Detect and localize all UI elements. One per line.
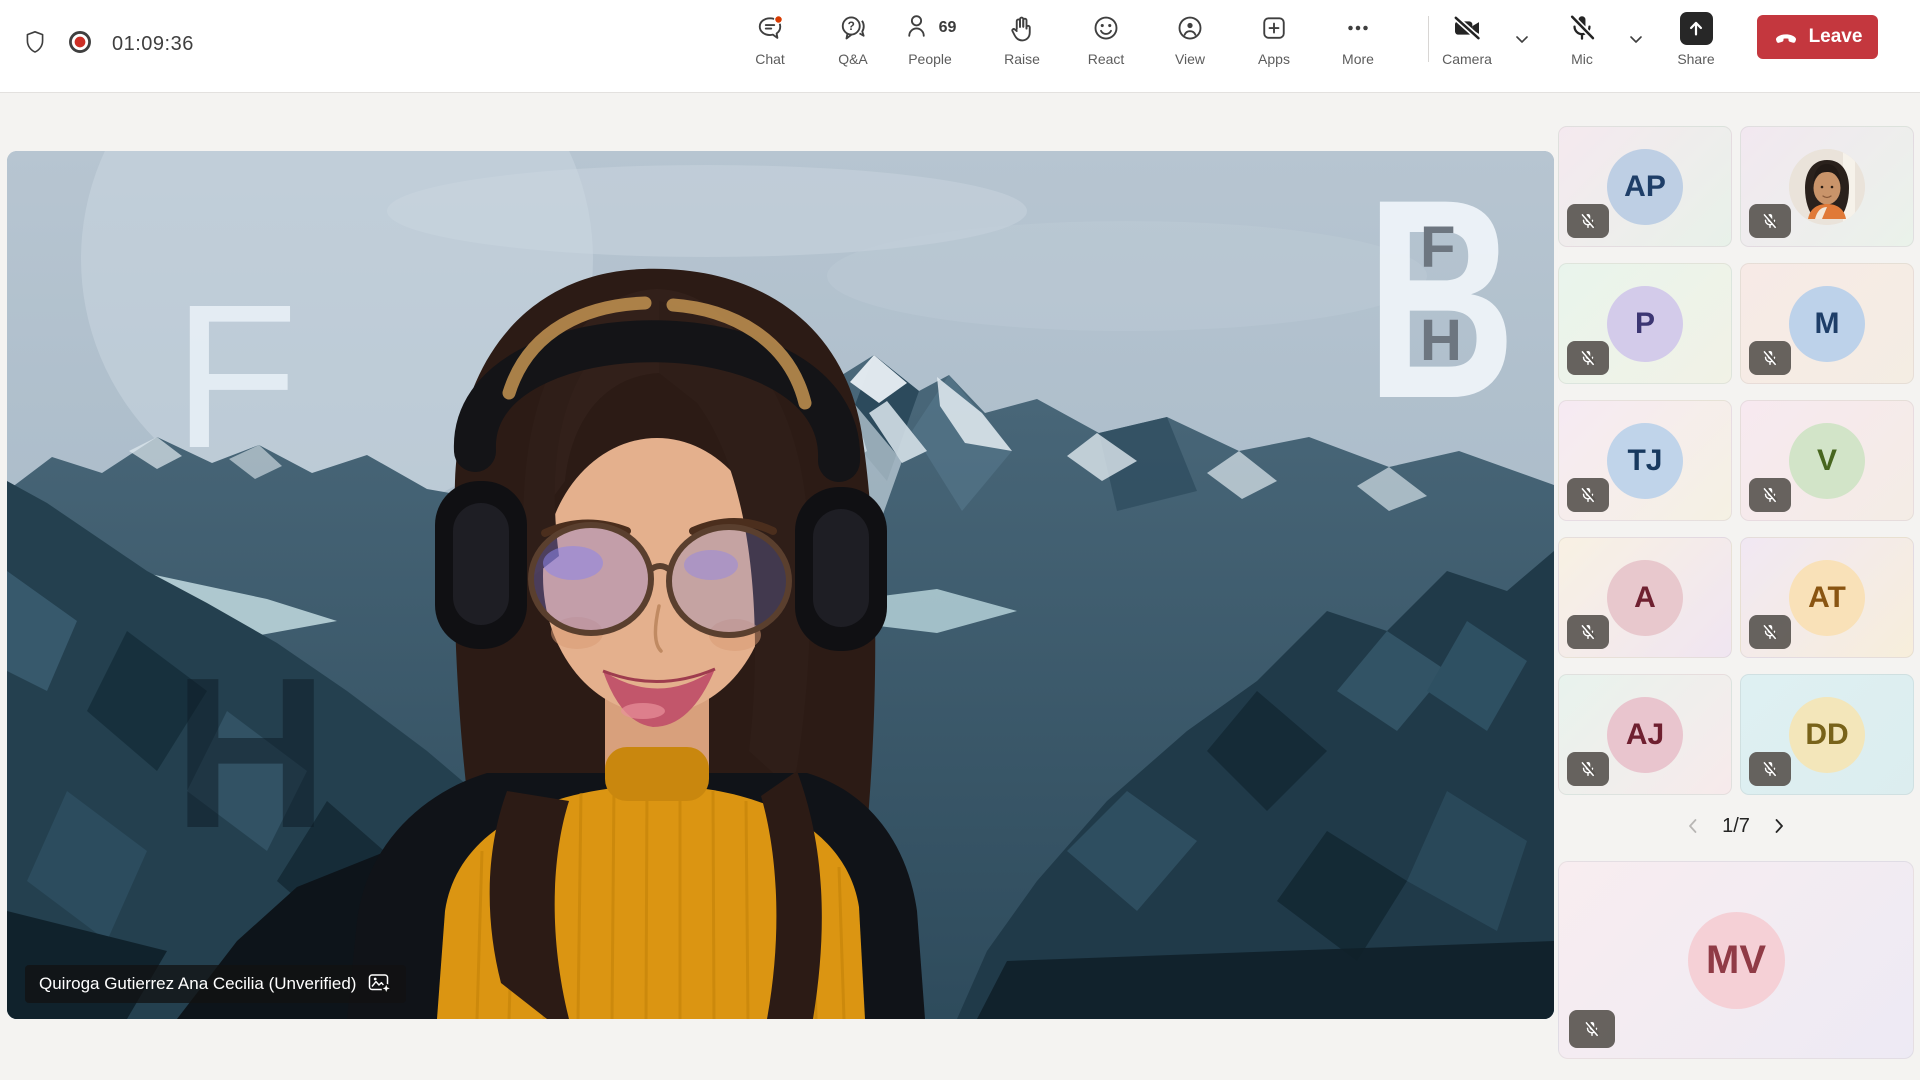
- chat-icon: [755, 12, 785, 44]
- react-button[interactable]: React: [1070, 12, 1142, 67]
- speaker-name: Quiroga Gutierrez Ana Cecilia (Unverifie…: [39, 974, 356, 994]
- avatar-initials: AJ: [1607, 697, 1683, 773]
- mic-muted-badge: [1567, 615, 1609, 649]
- apps-icon: [1259, 12, 1289, 44]
- people-count: 69: [939, 19, 957, 37]
- mic-muted-badge: [1567, 478, 1609, 512]
- participant-tile[interactable]: AT: [1740, 537, 1914, 658]
- mic-muted-badge: [1567, 204, 1609, 238]
- avatar-photo: [1789, 149, 1865, 225]
- camera-button[interactable]: Camera: [1431, 12, 1503, 67]
- participant-tile[interactable]: A: [1558, 537, 1732, 658]
- people-icon: [904, 11, 934, 46]
- self-tile-mount: MV: [1558, 861, 1914, 1059]
- avatar-initials: V: [1789, 423, 1865, 499]
- share-button[interactable]: Share: [1660, 12, 1732, 67]
- camera-off-icon: [1451, 12, 1483, 44]
- mic-muted-badge: [1749, 615, 1791, 649]
- share-label: Share: [1677, 51, 1714, 67]
- mic-muted-badge: [1749, 204, 1791, 238]
- watermark-letter-h: H: [173, 632, 328, 873]
- qna-icon: ?: [838, 12, 868, 44]
- next-page-button[interactable]: [1766, 813, 1792, 839]
- meeting-info: 01:09:36: [22, 28, 194, 61]
- more-ellipsis-icon: [1343, 12, 1373, 44]
- page-indicator: 1/7: [1722, 815, 1750, 838]
- share-icon: [1680, 12, 1713, 45]
- participant-tile[interactable]: P: [1558, 263, 1732, 384]
- mic-options-chevron[interactable]: [1623, 26, 1649, 52]
- chat-button[interactable]: Chat: [734, 12, 806, 67]
- participant-tile[interactable]: TJ: [1558, 400, 1732, 521]
- participant-tile[interactable]: [1740, 126, 1914, 247]
- participants-rail: AP P: [1558, 126, 1914, 1059]
- view-button[interactable]: View: [1154, 12, 1226, 67]
- main-speaker-video[interactable]: F: [7, 151, 1554, 1019]
- apps-label: Apps: [1258, 51, 1290, 67]
- people-label: People: [908, 51, 952, 67]
- raise-hand-icon: [1007, 12, 1037, 44]
- react-label: React: [1088, 51, 1125, 67]
- mic-muted-badge: [1749, 341, 1791, 375]
- hangup-phone-icon: [1773, 24, 1799, 50]
- avatar-initials: A: [1607, 560, 1683, 636]
- meeting-toolbar: 01:09:36 Chat ?: [0, 0, 1920, 93]
- more-button[interactable]: More: [1322, 12, 1394, 67]
- mic-muted-badge: [1567, 341, 1609, 375]
- participant-tile[interactable]: AP: [1558, 126, 1732, 247]
- mic-muted-badge: [1569, 1010, 1615, 1048]
- mic-muted-badge: [1567, 752, 1609, 786]
- view-icon: [1175, 12, 1205, 44]
- react-smiley-icon: [1091, 12, 1121, 44]
- avatar-initials: AP: [1607, 149, 1683, 225]
- view-label: View: [1175, 51, 1205, 67]
- avatar-initials: M: [1789, 286, 1865, 362]
- svg-text:H: H: [1420, 308, 1462, 373]
- avatar-initials: DD: [1789, 697, 1865, 773]
- svg-text:B: B: [1366, 151, 1516, 458]
- svg-text:?: ?: [848, 19, 855, 33]
- background-effects-icon: [368, 973, 392, 995]
- avatar-initials: AT: [1789, 560, 1865, 636]
- meeting-timer: 01:09:36: [112, 33, 194, 56]
- recording-indicator-icon: [66, 28, 94, 61]
- mic-muted-badge: [1749, 752, 1791, 786]
- fhb-logo: B F H: [1366, 151, 1516, 458]
- chat-label: Chat: [755, 51, 785, 67]
- avatar-initials: P: [1607, 286, 1683, 362]
- leave-button[interactable]: Leave: [1757, 15, 1878, 59]
- qna-label: Q&A: [838, 51, 868, 67]
- teams-meeting-window: 01:09:36 Chat ?: [0, 0, 1920, 1080]
- people-button[interactable]: 69 People: [886, 12, 974, 67]
- avatar-initials: MV: [1688, 912, 1785, 1009]
- qna-button[interactable]: ? Q&A: [817, 12, 889, 67]
- avatar-initials: TJ: [1607, 423, 1683, 499]
- speaker-name-label: Quiroga Gutierrez Ana Cecilia (Unverifie…: [25, 965, 406, 1003]
- mic-muted-badge: [1749, 478, 1791, 512]
- mic-off-icon: [1566, 12, 1598, 44]
- svg-text:F: F: [1420, 215, 1455, 280]
- tiles-pagination: 1/7: [1558, 803, 1914, 849]
- camera-options-chevron[interactable]: [1509, 26, 1535, 52]
- mic-label: Mic: [1571, 51, 1593, 67]
- raise-hand-button[interactable]: Raise: [986, 12, 1058, 67]
- camera-label: Camera: [1442, 51, 1492, 67]
- participant-tile[interactable]: DD: [1740, 674, 1914, 795]
- mic-button[interactable]: Mic: [1546, 12, 1618, 67]
- participant-tile[interactable]: AJ: [1558, 674, 1732, 795]
- participant-tiles-grid: AP P: [1558, 126, 1914, 795]
- participant-tile[interactable]: V: [1740, 400, 1914, 521]
- apps-button[interactable]: Apps: [1238, 12, 1310, 67]
- self-video-tile[interactable]: MV: [1558, 861, 1914, 1059]
- leave-label: Leave: [1809, 26, 1863, 48]
- previous-page-button[interactable]: [1680, 813, 1706, 839]
- more-label: More: [1342, 51, 1374, 67]
- shield-icon: [22, 28, 48, 61]
- participant-tile[interactable]: M: [1740, 263, 1914, 384]
- raise-label: Raise: [1004, 51, 1040, 67]
- toolbar-separator: [1428, 16, 1429, 62]
